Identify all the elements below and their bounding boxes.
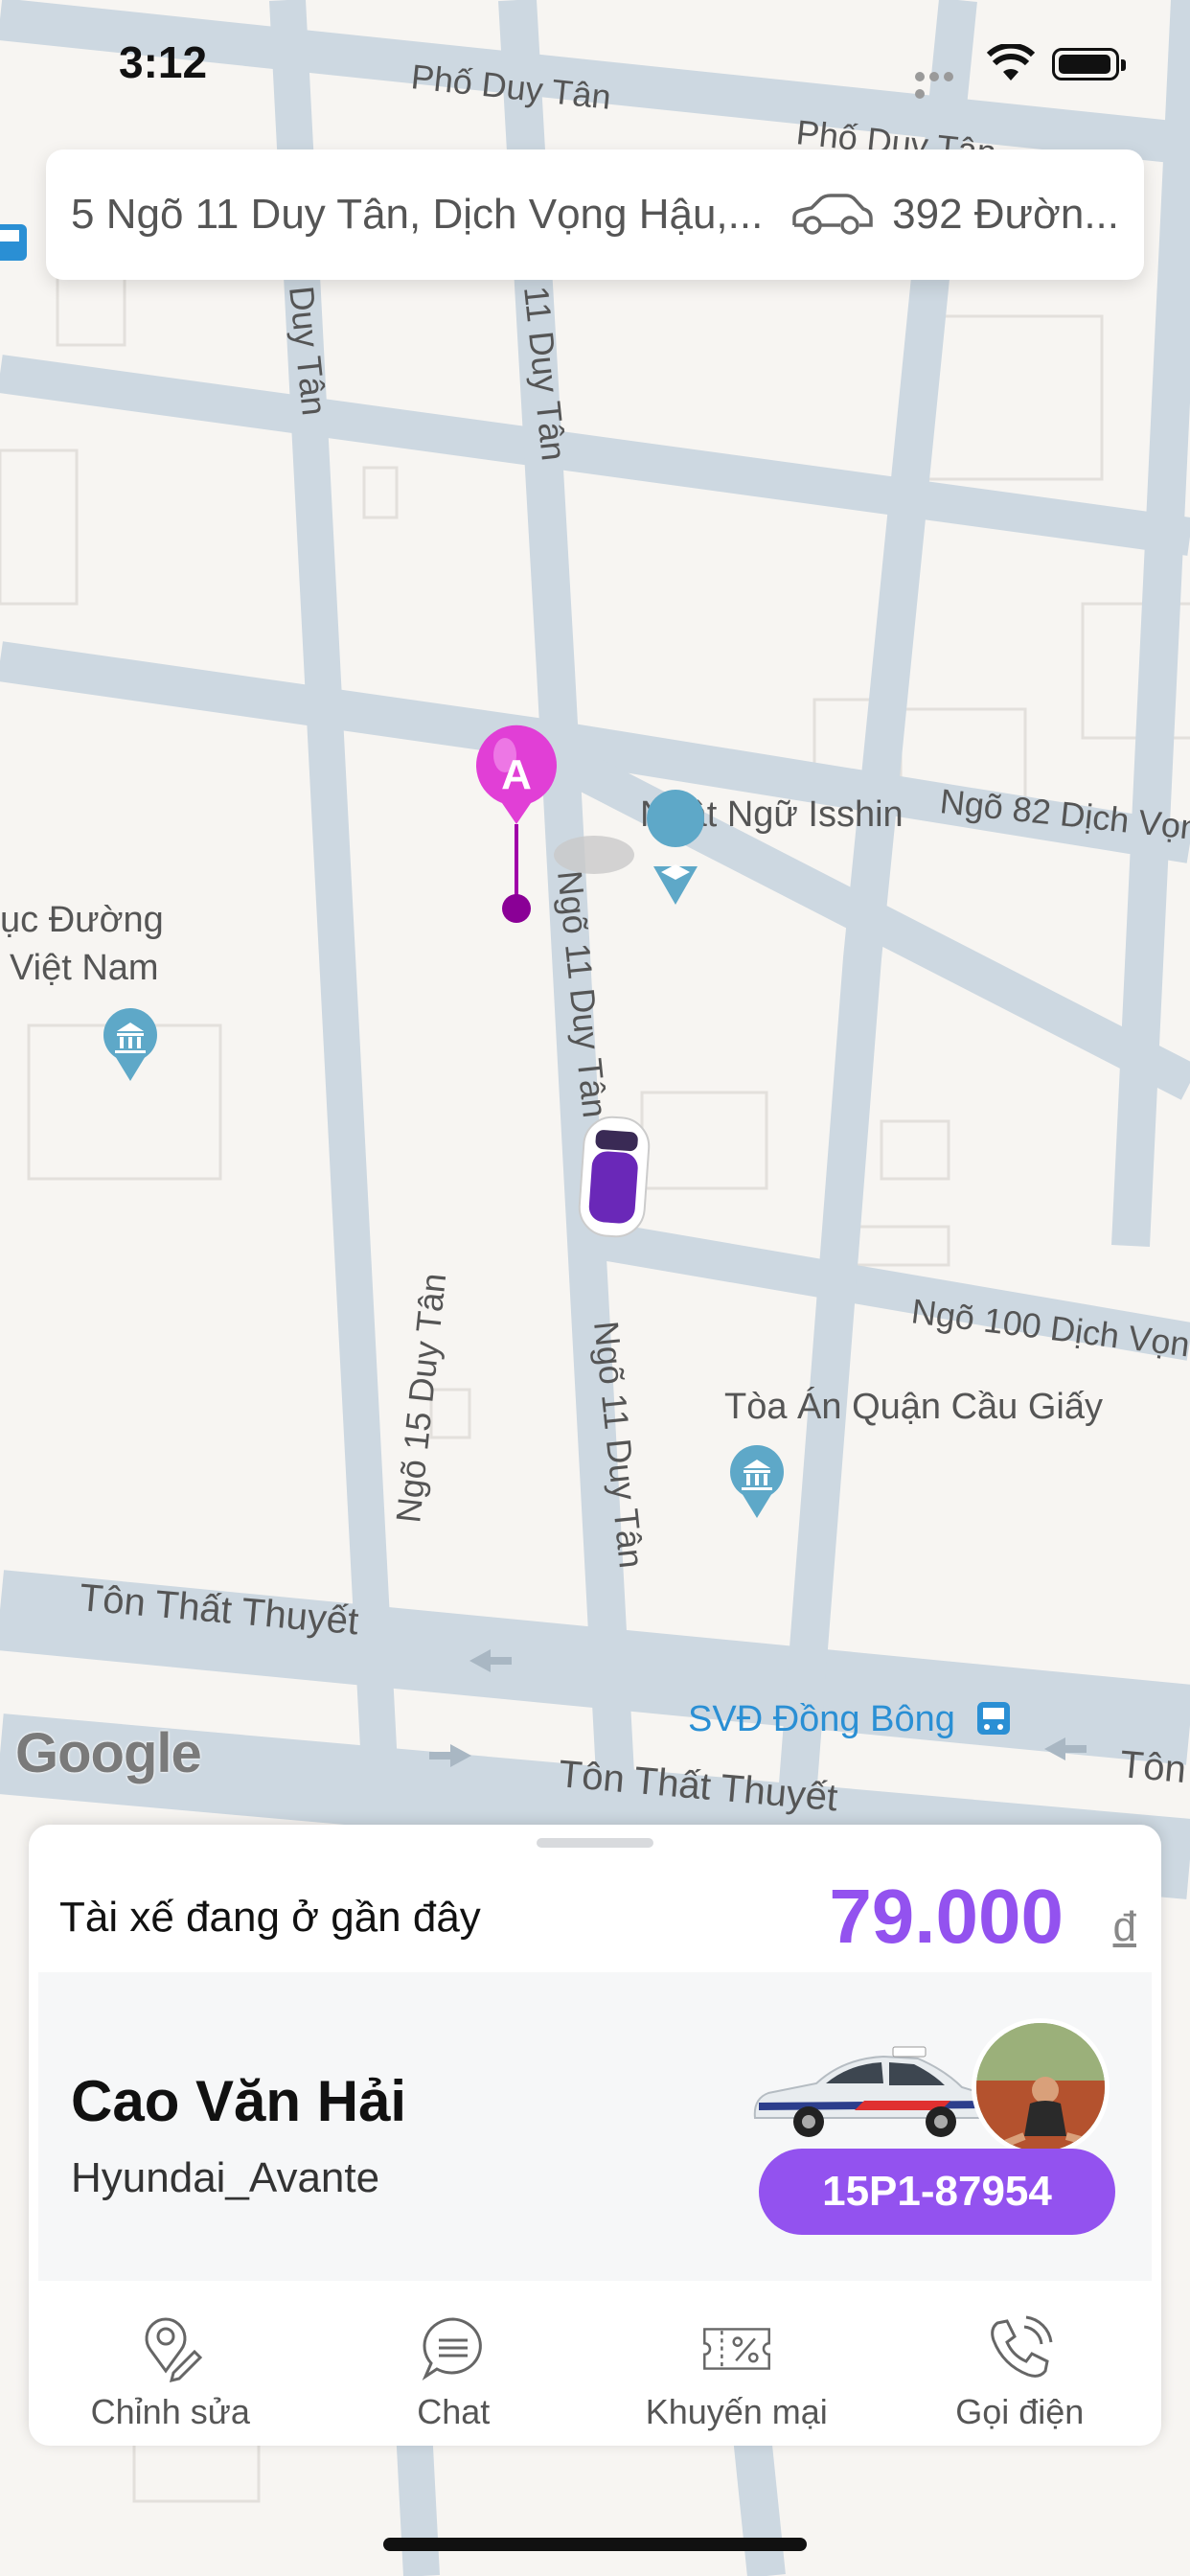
pickup-marker-label: A <box>501 751 532 798</box>
home-indicator[interactable] <box>383 2538 807 2551</box>
driver-bottom-sheet[interactable]: Tài xế đang ở gần đây 79.000 đ Cao Văn H… <box>29 1825 1161 2446</box>
license-plate-badge: 15P1-87954 <box>759 2149 1115 2235</box>
fare-price: 79.000 <box>829 1874 1064 1959</box>
call-driver-label: Gọi điện <box>955 2392 1085 2431</box>
driver-name: Cao Văn Hải <box>71 2069 407 2133</box>
poi-label: Tòa Án Quận Cầu Giấy <box>724 1386 1103 1427</box>
promotion-button[interactable]: Khuyến mại <box>595 2290 879 2446</box>
chat-bubble-icon <box>422 2317 483 2381</box>
driver-avatar <box>972 2018 1110 2156</box>
call-driver-button[interactable]: Gọi điện <box>879 2290 1162 2446</box>
edit-trip-label: Chỉnh sửa <box>90 2392 250 2431</box>
sheet-drag-handle[interactable] <box>537 1838 653 1848</box>
status-bar: 3:12 <box>0 0 1190 134</box>
cellular-signal-icon <box>915 69 971 99</box>
driver-nearby-status: Tài xế đang ở gần đây <box>59 1894 481 1941</box>
pickup-address[interactable]: 5 Ngõ 11 Duy Tân, Dịch Vọng Hậu,... <box>71 191 771 239</box>
driver-info-card: Cao Văn Hải Hyundai_Avante 15P1-87954 <box>38 1972 1152 2281</box>
chat-label: Chat <box>417 2392 491 2431</box>
phone-call-icon <box>991 2315 1053 2378</box>
route-summary-bar[interactable]: 5 Ngõ 11 Duy Tân, Dịch Vọng Hậu,... 392 … <box>46 150 1144 280</box>
status-time: 3:12 <box>119 37 208 87</box>
street-label: Tôn <box>1118 1743 1188 1791</box>
chat-button[interactable]: Chat <box>312 2290 596 2446</box>
car-outline-icon <box>792 194 873 235</box>
car-model: Hyundai_Avante <box>71 2154 380 2201</box>
promotion-label: Khuyến mại <box>645 2392 828 2431</box>
promo-ticket-icon <box>702 2328 770 2370</box>
poi-label: SVĐ Đồng Bông <box>688 1699 955 1739</box>
taxi-car-image <box>753 2046 989 2137</box>
poi-label: ục Đường <box>0 900 164 940</box>
driver-car-marker <box>578 1116 651 1238</box>
wifi-icon <box>987 44 1035 80</box>
edit-pin-icon <box>145 2317 202 2383</box>
battery-icon <box>1052 48 1126 80</box>
bus-stop-icon <box>977 1702 1010 1735</box>
fare-currency: đ <box>1112 1903 1136 1950</box>
google-attribution-logo: Google <box>15 1722 202 1784</box>
edit-trip-button[interactable]: Chỉnh sửa <box>29 2290 312 2446</box>
bus-stop-icon <box>0 224 27 261</box>
ride-tracking-screen: Phố Duy Tân Phố Duy Tân Duy Tân 11 Duy T… <box>0 0 1190 2576</box>
driver-action-bar: Chỉnh sửa Chat Khuyến mại Gọi điện <box>29 2290 1161 2446</box>
destination-address[interactable]: 392 Đườn... <box>892 191 1119 239</box>
poi-label: Việt Nam <box>10 948 159 988</box>
